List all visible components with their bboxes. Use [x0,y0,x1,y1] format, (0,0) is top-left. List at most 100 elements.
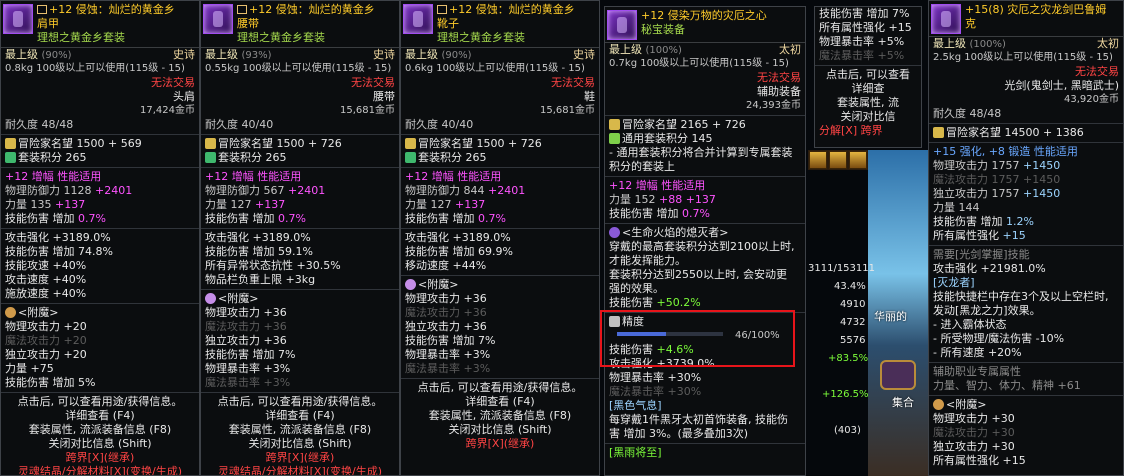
def-label: 物理防御力 567 [205,184,285,197]
set-icon [405,152,416,163]
set-icon [5,152,16,163]
enchant-line: 技能伤害 增加 5% [5,376,96,389]
rarity: 史诗 [173,48,195,61]
footer-cross[interactable]: 跨界[X](继承) [201,451,399,465]
stat-line: 施放速度 +40% [5,287,87,300]
tooltip-weapon: +15(8) 灾厄之灾龙剑巴鲁姆 克 最上级 (100%) 太初 2.5kg 10… [928,0,1124,476]
weight-req: 0.6kg 100级以上可以使用(115级 - 15) [405,63,585,74]
stat-line: 攻击强化 +3189.0% [405,231,511,244]
buff-title: <生命火焰的熄灭者> [622,226,729,239]
skill-label: 技能伤害 增加 [609,207,679,220]
enchant-line: 物理暴击率 +3% [405,348,491,361]
grade-pct: (90%) [41,50,72,61]
side-num-1: 3111/153111 [808,263,875,274]
trade-status: 无法交易 [351,76,395,89]
item-title-2: 克 [965,17,976,30]
enchant-line: 魔法攻击力 +30 [933,426,1015,439]
footer-compare: 关闭对比信息 (Shift) [248,437,352,450]
trade-status: 无法交易 [151,76,195,89]
buff-skill-val: +50.2% [656,296,701,309]
set-points: 套装积分 265 [418,151,487,164]
skill-pct: 0.7% [78,212,106,225]
cmp-skill-inc: 技能伤害 增加 7% [819,7,910,20]
cmp-set-attr: 套装属性, 流 [837,96,899,109]
all-attr-label: 所有属性强化 [933,229,999,242]
enchant-line: 物理攻击力 +30 [933,412,1015,425]
rarity: 太初 [1097,37,1119,50]
enchant-line: 独立攻击力 +20 [5,348,87,361]
precision-bar [617,332,723,336]
side-val-3: 4732 [840,317,866,328]
cmp-detail: 详细查 [851,82,885,95]
scene-label: 华丽的 [874,310,907,323]
footer-compare: 关闭对比信息 (Shift) [48,437,152,450]
footer-dismantle[interactable]: 灵魂结晶/分解材料[X](变换/生成) [201,465,399,475]
cmp-split[interactable]: 分解[X] [819,124,857,137]
str-bonus: +137 [55,198,86,211]
stat-line: 技能伤害 增加 74.8% [5,245,113,258]
set-desc: - 通用套装积分将合并计算到专属套装积分的套装上 [609,146,793,173]
precision-skill-val: +4.6% [656,343,694,356]
footer-detail: 详细查看 (F4) [265,409,335,422]
crown-icon [609,119,620,130]
def-bonus: +2401 [288,184,326,197]
phantom-icon [437,5,447,14]
flame-icon [609,227,620,238]
footer-cross[interactable]: 跨界[X](继承) [1,451,199,465]
stat-line: 技能伤害 增加 69.9% [405,245,513,258]
cmp-cross[interactable]: 跨界 [861,124,883,137]
crown-icon [933,127,944,138]
skill-label: 技能伤害 增加 [405,212,475,225]
item-title: +12 侵蚀：灿烂的黄金乡 [449,3,575,16]
adv-fame: 冒险家名望 1500 + 726 [218,137,342,150]
grade-pct: (93%) [241,50,272,61]
skill-label: 技能伤害 增加 [5,212,75,225]
adv-fame: 冒险家名望 1500 + 569 [18,137,142,150]
grey-title: [灭龙者] [933,276,975,289]
str-label: 力量 135 [5,198,52,211]
enchant-title: <附魔> [418,278,459,291]
grade: 最上级 [933,37,966,50]
side-val-2: 4910 [840,299,866,310]
def-label: 物理防御力 1128 [5,184,92,197]
enchant-line: 物理攻击力 +36 [205,306,287,319]
grade: 最上级 [405,48,438,61]
enchant-orb-icon [405,279,416,290]
enchant-line: 魔法攻击力 +20 [5,334,87,347]
amp-line: +12 增幅 性能适用 [405,170,502,183]
grade-pct: (90%) [441,50,472,61]
item-slot-strip [808,150,872,170]
boots-item-icon [403,4,433,34]
shoulder-item-icon [3,4,33,34]
precision-skill-label: 技能伤害 [609,343,653,356]
item-header: +12 侵蚀：灿烂的黄金乡 靴子 理想之黄金乡套装 [401,1,599,48]
stat-line: 移动速度 +44% [405,259,487,272]
weight-req: 2.5kg 100级以上可以使用(115级 - 15) [933,52,1113,63]
grade-pct: (100%) [645,45,682,56]
trade-status: 无法交易 [1075,65,1119,78]
black-tooth-desc: 每穿戴1件黑牙太初首饰装备, 技能伤 [609,413,788,426]
item-header: +12 侵蚀：灿烂的黄金乡 肩甲 理想之黄金乡套装 [1,1,199,48]
buff-desc-line: 穿戴的最高套装积分达到2100以上时, [609,240,795,253]
enchant-line: 所有属性强化 +15 [933,454,1026,467]
need-skill: 需要[光剑掌握]技能 [933,248,1030,261]
stat-line: 攻击强化 +3189.0% [205,231,311,244]
stat-line: 所有异常状态抗性 +30.5% [205,259,341,272]
footer-dismantle[interactable]: 灵魂结晶/分解材料[X](变换/生成) [1,465,199,475]
item-header: +12 侵蚀：灿烂的黄金乡 腰带 理想之黄金乡套装 [201,1,399,48]
enchant-line: 技能伤害 增加 7% [205,348,296,361]
enchant-title: <附魔> [218,292,259,305]
aux-stat: 力量、智力、体力、精神 +61 [933,379,1081,392]
enchant-line: 独立攻击力 +36 [205,334,287,347]
enchant-line: 独立攻击力 +36 [405,320,487,333]
item-subtitle: 靴子 [437,17,459,30]
crown-icon [5,138,16,149]
tooltip-compare: 技能伤害 增加 7% 所有属性强化 +15 物理暴击率 +5% 魔法暴击率 +5… [814,6,922,148]
footer-cross[interactable]: 跨界[X](继承) [401,437,599,451]
adv-fame: 冒险家名望 14500 + 1386 [946,126,1084,139]
slot-type: 腰带 [373,90,395,103]
weight-req: 0.7kg 100级以上可以使用(115级 - 15) [609,58,789,69]
str-line: 力量 144 [933,201,980,214]
side-val-6: +126.5% [822,389,869,400]
set-points: 套装积分 265 [18,151,87,164]
